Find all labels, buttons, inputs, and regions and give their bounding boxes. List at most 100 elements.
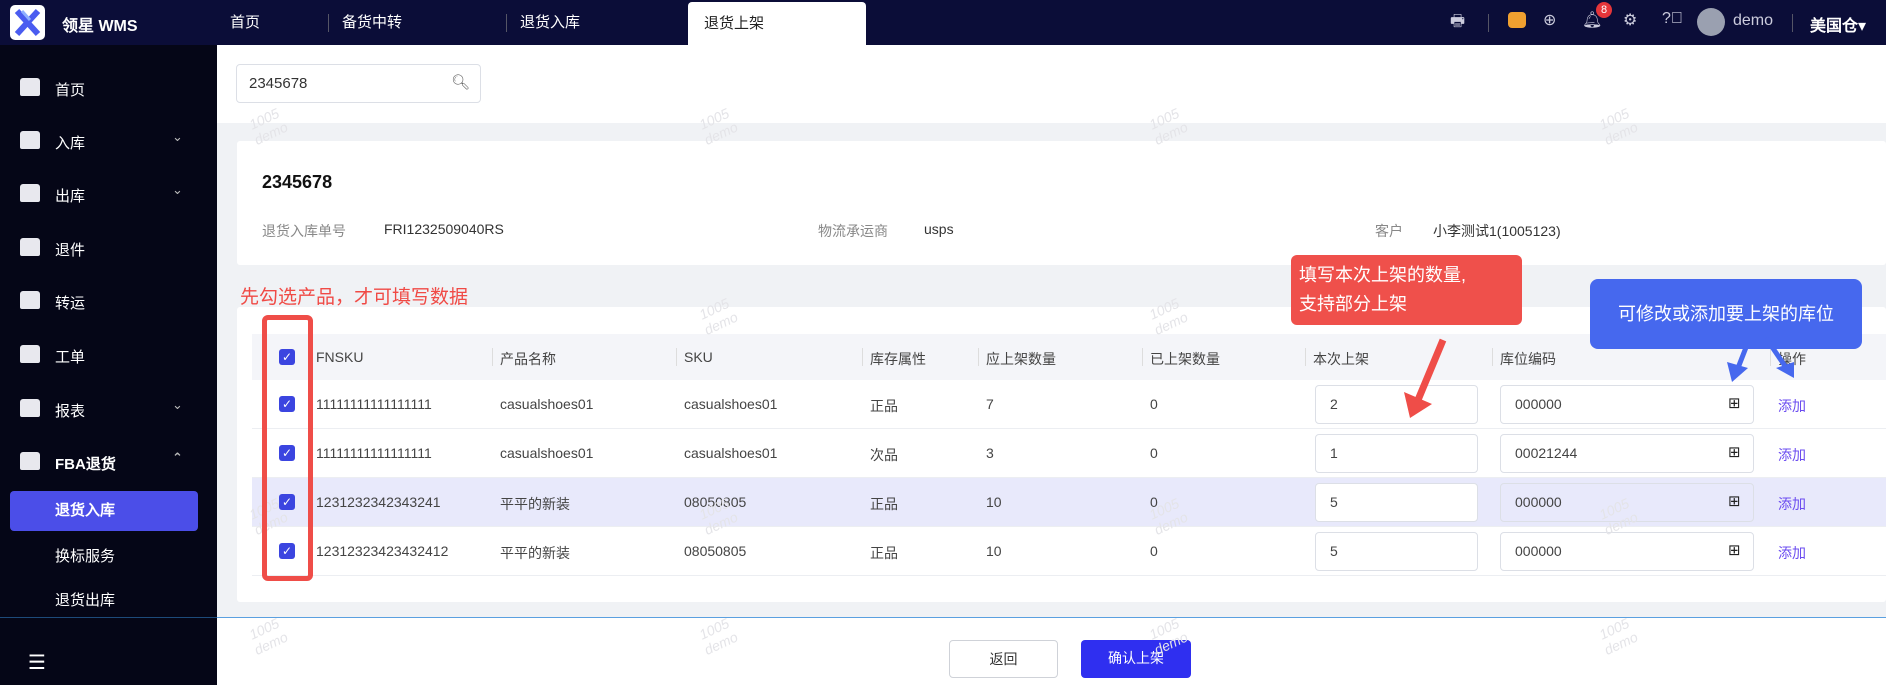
sidebar-item-inbound[interactable]: 入库 ⌄ — [0, 121, 217, 161]
location-picker-icon[interactable]: ⊞ — [1728, 541, 1741, 559]
warehouse-selector[interactable]: 美国仓▾ — [1810, 12, 1866, 36]
cell-stock-attr: 正品 — [870, 496, 898, 512]
add-location-link[interactable]: 添加 — [1778, 494, 1806, 514]
sidebar-subitem-relabel[interactable]: 换标服务 — [10, 537, 198, 577]
current-qty-input[interactable]: 2 — [1315, 385, 1478, 424]
collapse-menu-icon[interactable]: ☰ — [28, 650, 46, 675]
current-qty-input[interactable]: 5 — [1315, 532, 1478, 571]
warehouse-name: 美国仓 — [1810, 18, 1859, 35]
sidebar-item-returns[interactable]: 退件 — [0, 228, 217, 268]
help-icon[interactable]: ?⃝ — [1662, 10, 1683, 28]
column-divider — [1142, 348, 1143, 366]
cell-expected-qty: 10 — [986, 543, 1002, 559]
brand-name: 领星 WMS — [62, 18, 138, 35]
return-no: FRI1232509040RS — [384, 221, 504, 237]
tab-return-shelving[interactable]: 退货上架 — [688, 2, 866, 45]
cell-product-name: casualshoes01 — [500, 396, 594, 412]
column-divider — [978, 348, 979, 366]
customer: 小李测试1(1005123) — [1433, 223, 1561, 239]
sidebar-item-label: 转运 — [55, 295, 86, 312]
cell-shelved-qty: 0 — [1150, 445, 1158, 461]
column-divider — [1770, 348, 1771, 366]
sidebar-item-label: 报表 — [55, 403, 86, 420]
sidebar-item-label: 工单 — [55, 349, 86, 366]
location-input[interactable]: 000000 — [1500, 385, 1754, 424]
chevron-down-icon: ⌄ — [172, 129, 183, 144]
current-qty-input[interactable]: 5 — [1315, 483, 1478, 522]
chevron-up-icon: ⌃ — [172, 450, 183, 465]
tab-divider — [506, 14, 507, 32]
back-button[interactable]: 返回 — [949, 640, 1058, 678]
cell-expected-qty: 3 — [986, 445, 994, 461]
add-location-link[interactable]: 添加 — [1778, 396, 1806, 416]
sidebar-item-home[interactable]: 首页 — [0, 68, 217, 108]
header-stock-attr: 库存属性 — [870, 351, 926, 367]
inbound-icon — [20, 131, 40, 149]
notification-badge: 8 — [1596, 2, 1612, 18]
cell-expected-qty: 7 — [986, 396, 994, 412]
printer-icon[interactable]: 🖶 — [1450, 10, 1465, 37]
cell-fnsku: 12312323423432412 — [316, 543, 449, 559]
cell-expected-qty: 10 — [986, 494, 1002, 510]
caret-down-icon: ▾ — [1858, 18, 1867, 35]
add-location-link[interactable]: 添加 — [1778, 543, 1806, 563]
fba-icon — [20, 452, 40, 470]
carrier: usps — [924, 221, 954, 237]
tab-stock-transfer[interactable]: 备货中转 — [342, 0, 402, 45]
cell-stock-attr: 次品 — [870, 447, 898, 463]
column-divider — [676, 348, 677, 366]
divider — [1792, 14, 1793, 32]
header-action: 操作 — [1778, 351, 1806, 367]
cell-sku: 08050805 — [684, 543, 747, 559]
sidebar-subitem-return-outbound[interactable]: 退货出库 — [10, 581, 198, 621]
annotation-qty-callout: 填写本次上架的数量, 支持部分上架 — [1291, 255, 1522, 325]
search-value: 2345678 — [249, 75, 308, 92]
cell-stock-attr: 正品 — [870, 398, 898, 414]
robot-icon[interactable] — [1508, 12, 1526, 28]
customer-label: 客户 — [1375, 223, 1403, 239]
add-location-link[interactable]: 添加 — [1778, 445, 1806, 465]
return-no-label: 退货入库单号 — [262, 223, 346, 239]
sidebar-item-reports[interactable]: 报表 ⌄ — [0, 389, 217, 429]
sidebar-item-fba-returns[interactable]: FBA退货 ⌃ — [0, 442, 217, 482]
sidebar-item-transfer[interactable]: 转运 — [0, 281, 217, 321]
location-picker-icon[interactable]: ⊞ — [1728, 443, 1741, 461]
cell-sku: casualshoes01 — [684, 396, 778, 412]
order-info-card — [237, 141, 1886, 265]
location-input[interactable]: 00021244 — [1500, 434, 1754, 473]
username[interactable]: demo — [1733, 12, 1773, 30]
annotation-location-callout: 可修改或添加要上架的库位 — [1590, 279, 1862, 349]
cell-fnsku: 11111111111111111 — [316, 396, 432, 412]
avatar[interactable] — [1697, 8, 1725, 36]
cell-shelved-qty: 0 — [1150, 396, 1158, 412]
tab-home[interactable]: 首页 — [230, 0, 260, 45]
header-location: 库位编码 — [1500, 351, 1556, 367]
return-package-icon — [20, 238, 40, 256]
tab-return-inbound[interactable]: 退货入库 — [520, 0, 580, 45]
download-icon[interactable]: ⊕ — [1543, 10, 1556, 30]
location-picker-icon[interactable]: ⊞ — [1728, 394, 1741, 412]
outbound-icon — [20, 184, 40, 202]
sidebar-item-work-order[interactable]: 工单 — [0, 335, 217, 375]
header-current-qty: 本次上架 — [1313, 351, 1369, 367]
current-qty-input[interactable]: 1 — [1315, 434, 1478, 473]
chevron-down-icon: ⌄ — [172, 182, 183, 197]
sidebar-item-outbound[interactable]: 出库 ⌄ — [0, 174, 217, 214]
home-icon — [20, 78, 40, 96]
annotation-checkbox-highlight — [262, 315, 313, 581]
location-picker-icon[interactable]: ⊞ — [1728, 492, 1741, 510]
search-icon[interactable]: 🔍︎ — [451, 73, 470, 91]
order-title: 2345678 — [262, 172, 333, 192]
sidebar-item-label: FBA退货 — [55, 456, 116, 473]
location-input[interactable]: 000000 — [1500, 532, 1754, 571]
cell-shelved-qty: 0 — [1150, 543, 1158, 559]
tab-divider — [328, 14, 329, 32]
settings-icon[interactable]: ⚙ — [1623, 10, 1637, 30]
chevron-down-icon: ⌄ — [172, 397, 183, 412]
carrier-label: 物流承运商 — [818, 223, 888, 239]
search-input[interactable]: 2345678 🔍︎ — [236, 64, 481, 103]
cell-stock-attr: 正品 — [870, 545, 898, 561]
sidebar-subitem-return-inbound[interactable]: 退货入库 — [10, 491, 198, 531]
sidebar-item-label: 入库 — [55, 135, 86, 152]
sidebar-item-label: 退件 — [55, 242, 86, 259]
